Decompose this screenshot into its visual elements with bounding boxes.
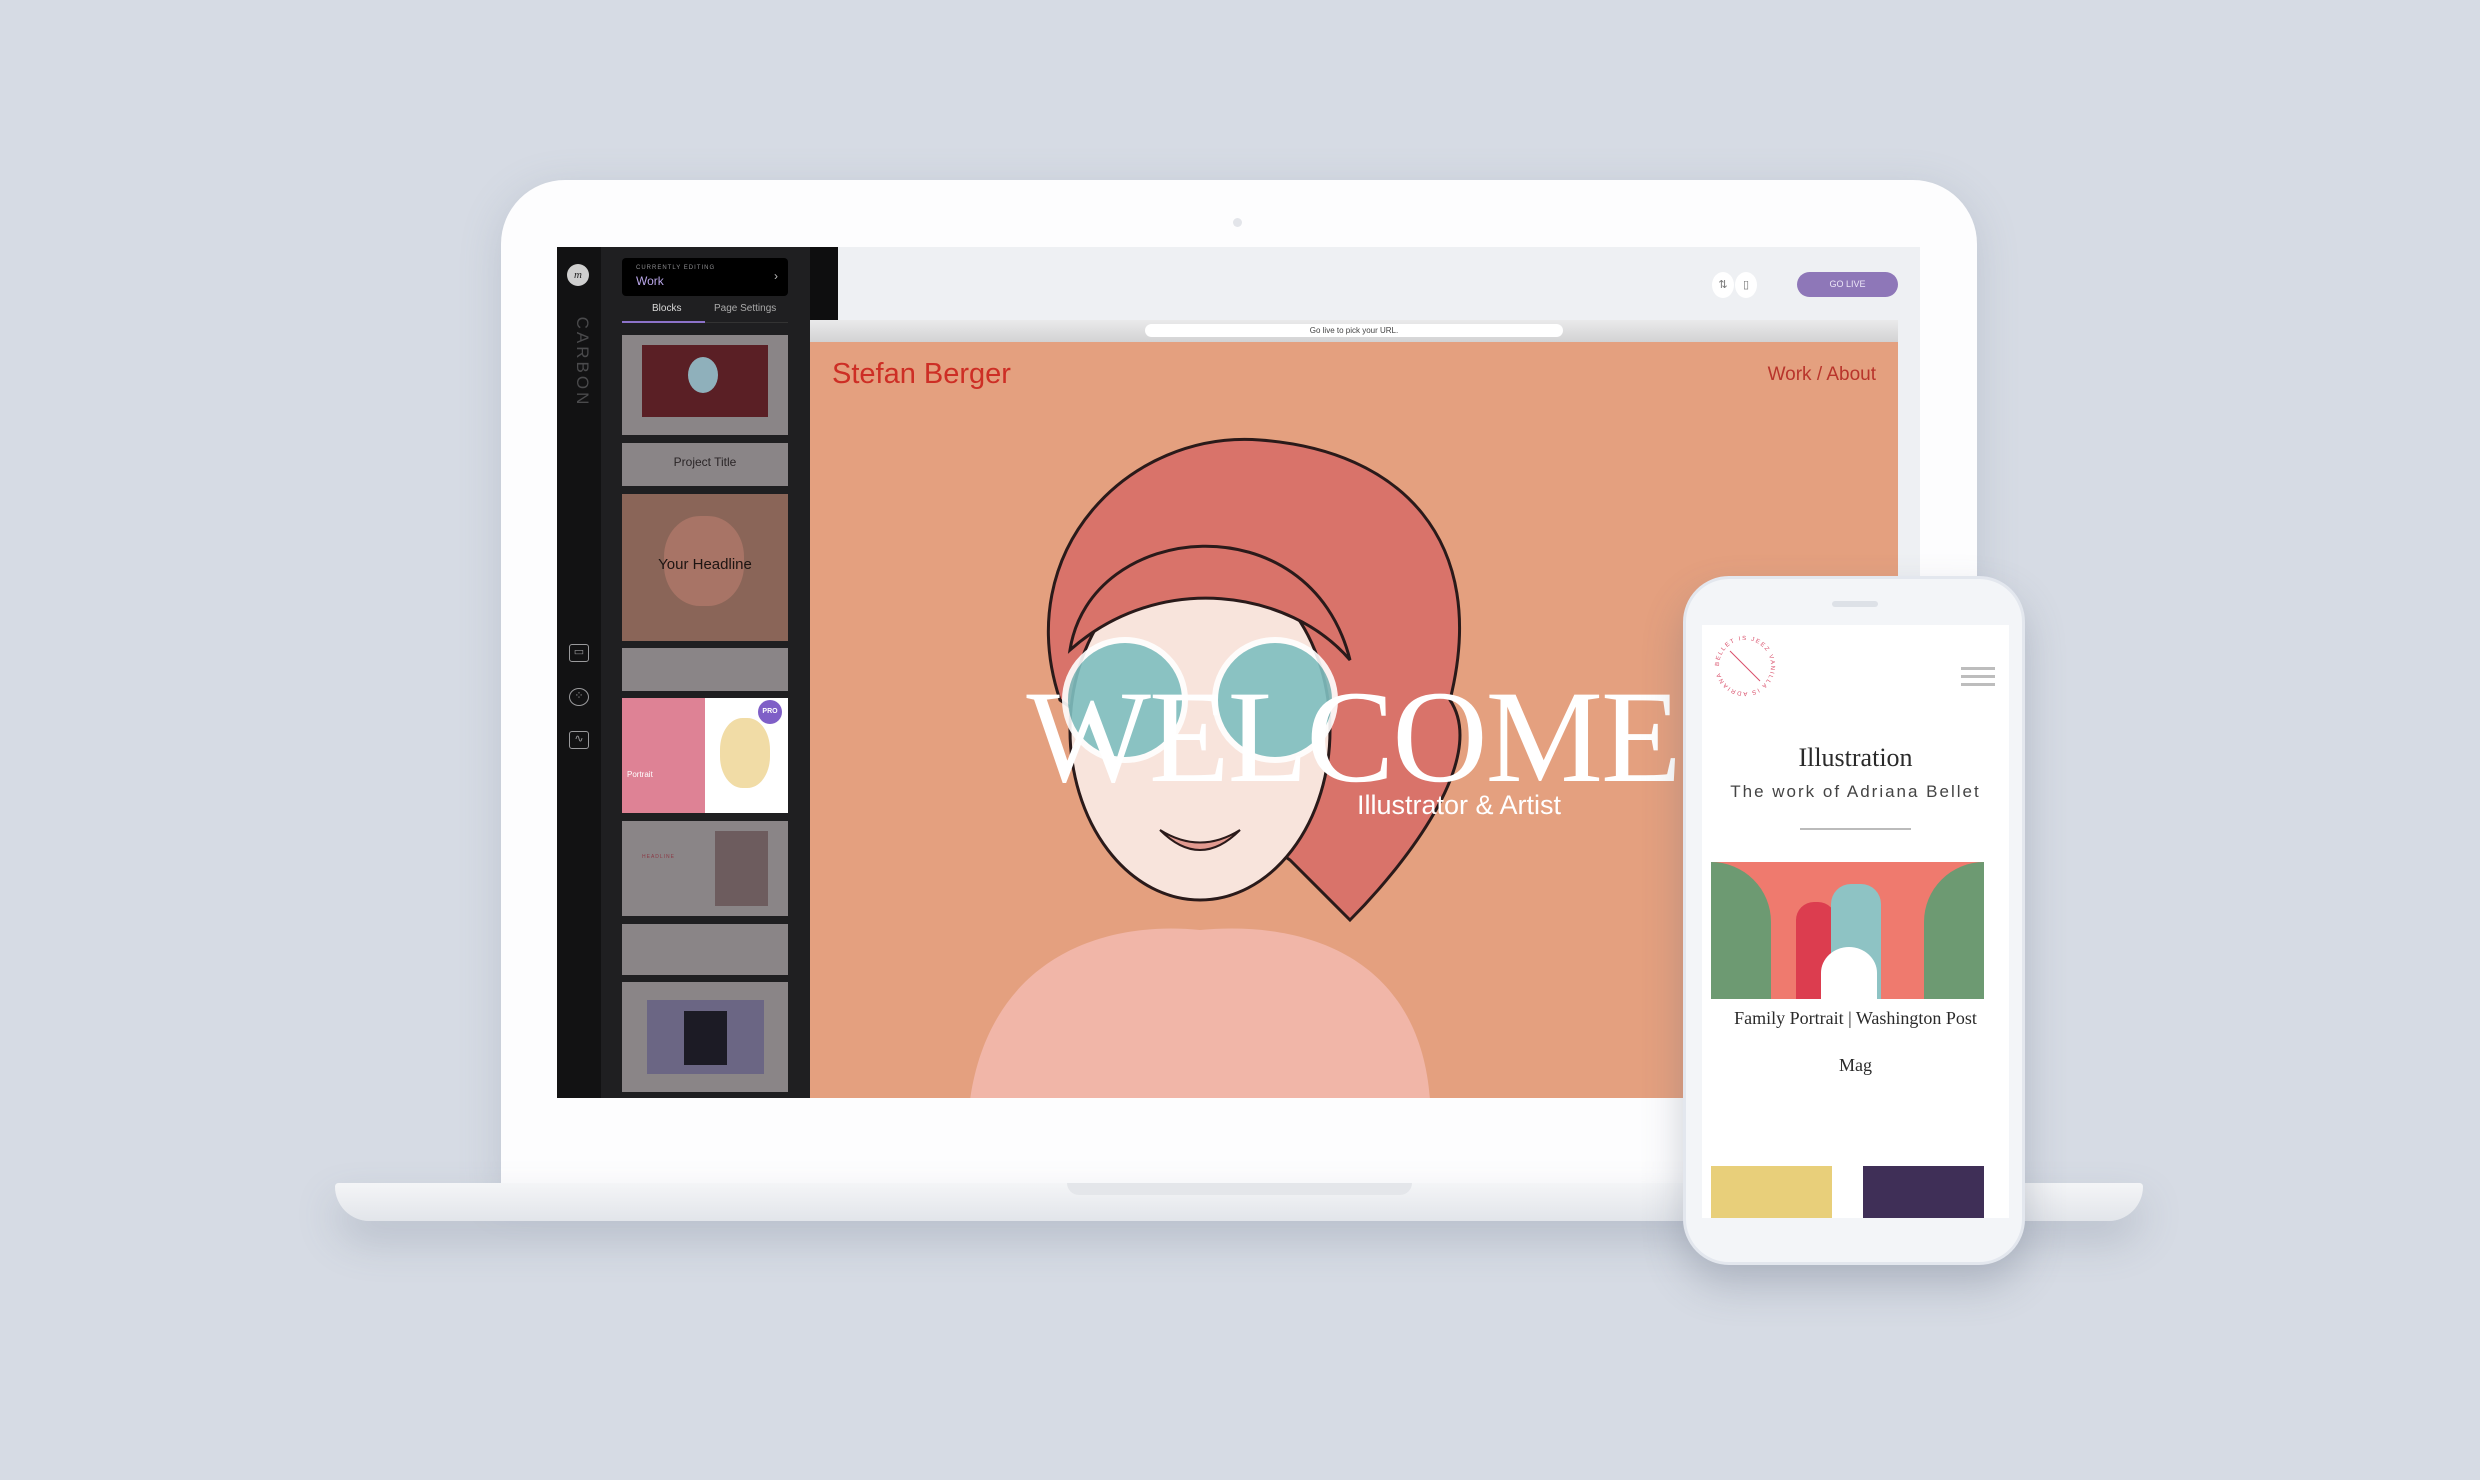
block-thumb-text-columns[interactable] [622,924,788,975]
currently-editing-label: CURRENTLY EDITING [636,265,716,271]
url-bar: Go live to pick your URL. [810,320,1898,342]
block-thumb-image[interactable] [622,335,788,435]
block-thumb-project-title[interactable]: Project Title [622,443,788,486]
analytics-icon[interactable]: ∿ [569,731,589,749]
block-thumb-headline[interactable]: Your Headline [622,494,788,641]
phone-speaker [1832,601,1878,607]
laptop-notch [1067,1183,1412,1195]
tab-page-settings[interactable]: Page Settings [714,303,776,314]
tab-divider [705,322,788,323]
go-live-button[interactable]: GO LIVE [1797,272,1898,297]
stamp-logo[interactable]: BELLET IS JEEZ VANILLA IS ADRIANA [1712,633,1778,699]
block-title: Your Headline [658,556,752,573]
active-tab-indicator [622,321,705,323]
site-nav[interactable]: Work / About [1768,364,1876,386]
thumbnail-image[interactable] [1711,1166,1832,1218]
panel-header-bg [810,247,838,320]
hamburger-menu-icon[interactable] [1961,667,1995,691]
block-title: Project Title [673,455,737,469]
palette-icon[interactable]: ⁘ [569,688,589,706]
block-thumb-text[interactable] [622,648,788,691]
tab-blocks[interactable]: Blocks [652,303,681,314]
family-portrait-image[interactable] [1711,862,1984,999]
mobile-subtitle: The work of Adriana Bellet [1730,782,1981,801]
site-name[interactable]: Stefan Berger [832,358,1011,391]
mobile-title: Illustration [1798,743,1913,772]
laptop-camera [1233,218,1242,227]
mobile-preview-icon[interactable]: ▯ [1735,272,1757,298]
logo-icon[interactable]: m [567,264,589,286]
url-hint[interactable]: Go live to pick your URL. [1145,324,1563,337]
thumbnail-image[interactable] [1863,1166,1984,1218]
block-title: Portrait [627,770,653,779]
brand-name: CARBON [573,316,592,408]
block-title: HEADLINE [642,854,676,860]
block-thumb-portrait[interactable]: Portrait PRO [622,698,788,813]
chevron-right-icon: › [774,269,778,283]
icon-rail: m CARBON ▭ ⁘ ∿ [557,247,601,1098]
currently-editing-value: Work [636,274,664,288]
mobile-caption[interactable]: Family Portrait | Washington Post Mag [1702,995,2009,1089]
block-thumb-headline-image[interactable]: HEADLINE [622,821,788,916]
reorder-icon[interactable]: ⇅ [1712,272,1734,298]
divider [1800,828,1911,830]
pro-badge: PRO [758,700,782,724]
editor-toolbar: ⇅ ▯ GO LIVE [838,247,1920,320]
block-thumb-gallery[interactable] [622,982,788,1092]
briefcase-icon[interactable]: ▭ [569,644,589,662]
currently-editing-selector[interactable]: CURRENTLY EDITING Work › [622,258,788,296]
mobile-site-preview: BELLET IS JEEZ VANILLA IS ADRIANA Illust… [1702,625,2009,1218]
phone-frame: BELLET IS JEEZ VANILLA IS ADRIANA Illust… [1683,576,2025,1265]
